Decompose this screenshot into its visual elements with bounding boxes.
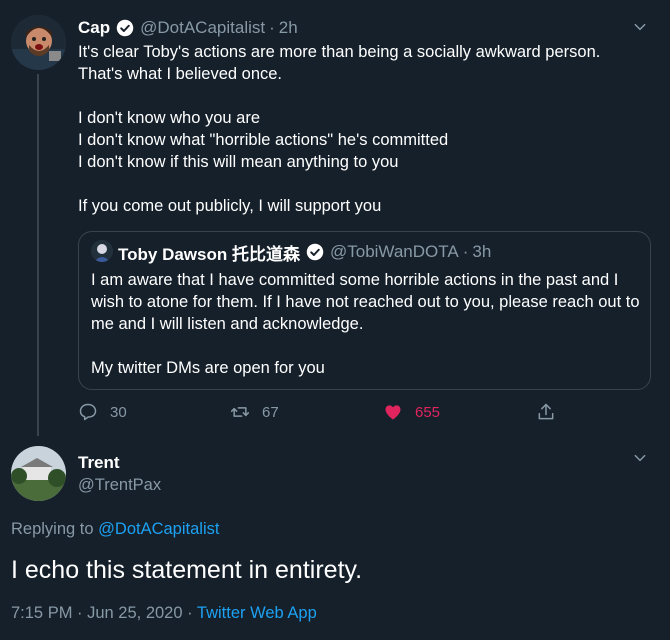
reply-count: 30 [110,403,127,421]
reply-author-avatar[interactable] [11,446,66,501]
quoted-header: Toby Dawson 托比道森 @TobiWanDOTA · 3h [118,241,492,264]
verified-badge-icon [116,19,134,37]
replying-to-link[interactable]: @DotACapitalist [98,520,219,538]
author-avatar[interactable] [11,15,66,70]
quoted-handle: @TobiWanDOTA [329,242,459,261]
replying-prefix: Replying to [11,520,94,538]
quoted-author-name: Toby Dawson 托比道森 [118,244,300,264]
tweet-text: It's clear Toby's actions are more than … [78,43,601,215]
quoted-author-avatar [91,240,113,262]
reply-icon [79,403,97,421]
tweet-meta: 7:15 PM · Jun 25, 2020 · Twitter Web App [11,604,317,623]
retweet-count: 67 [262,403,279,421]
tweet-header: Cap @DotACapitalist · 2h [78,17,298,39]
replying-to: Replying to @DotACapitalist [11,520,219,539]
retweet-icon [230,407,250,417]
author-name[interactable]: Cap [78,18,110,38]
tweet-time[interactable]: 2h [279,18,298,38]
reply-text: I echo this statement in entirety. [11,556,363,584]
share-button[interactable] [536,401,568,423]
reply-author-handle[interactable]: @TrentPax [78,476,161,495]
reply-button[interactable]: 30 [78,401,127,423]
retweet-button[interactable]: 67 [230,401,279,423]
reply-timestamp[interactable]: 7:15 PM · Jun 25, 2020 · [11,604,193,622]
author-handle[interactable]: @DotACapitalist [140,18,265,38]
verified-badge-icon [306,243,324,261]
quoted-time: 3h [472,242,492,261]
time-separator: · [269,18,275,37]
source-link[interactable]: Twitter Web App [197,604,317,622]
like-button[interactable]: 655 [383,401,440,423]
time-separator: · [462,242,469,261]
thread-line [37,74,39,436]
chevron-down-icon[interactable] [633,20,647,34]
chevron-down-icon[interactable] [633,451,647,465]
reply-author-name[interactable]: Trent [78,453,120,473]
like-count: 655 [415,403,441,421]
quoted-text: I am aware that I have committed some ho… [91,271,640,377]
heart-filled-icon [385,405,401,420]
share-icon [538,403,554,420]
